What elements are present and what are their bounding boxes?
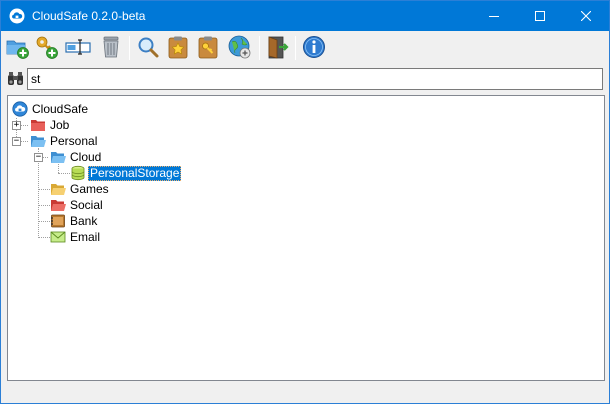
toolbar-separator [259,36,260,60]
tree-item-email[interactable]: Email [50,229,102,245]
tree-view[interactable]: + − − CloudSafe Job Personal Cloud Perso… [7,95,605,381]
collapse-toggle-personal[interactable]: − [12,137,21,146]
search-row [1,67,609,91]
key-add-icon [36,36,58,59]
tree-item-cloudsafe[interactable]: CloudSafe [12,101,90,117]
exit-button[interactable] [265,34,291,60]
title-bar[interactable]: CloudSafe 0.2.0-beta [1,1,609,31]
tree-item-games[interactable]: Games [50,181,111,197]
tree-connector [58,164,59,173]
delete-button[interactable] [98,34,124,60]
folder-open-yellow-icon [51,184,66,195]
minimize-icon [489,16,499,17]
rename-button[interactable] [65,34,91,60]
tree-item-personal[interactable]: Personal [30,133,99,149]
search-button[interactable] [135,34,161,60]
favorites-button[interactable] [165,34,191,60]
expand-toggle-job[interactable]: + [12,121,21,130]
tree-item-label: Bank [70,213,98,228]
tree-item-label: Email [70,229,101,244]
tree-item-bank[interactable]: Bank [50,213,99,229]
tree-item-cloud[interactable]: Cloud [50,149,103,165]
sync-button[interactable] [227,34,253,60]
folder-add-icon [6,40,29,59]
credentials-button[interactable] [195,34,221,60]
window-title: CloudSafe 0.2.0-beta [32,9,146,23]
tree-item-label: CloudSafe [32,101,89,116]
tree-connector [58,173,70,174]
app-window: CloudSafe 0.2.0-beta st + − − CloudSafe … [0,0,610,404]
key-clipboard-icon [198,36,218,59]
globe-sync-icon [228,35,251,59]
new-folder-button[interactable] [5,34,31,60]
tree-item-job[interactable]: Job [30,117,71,133]
folder-open-blue-icon [31,136,46,147]
about-button[interactable] [301,34,327,60]
binoculars-icon [8,72,23,85]
folder-red-icon [31,120,45,131]
tree-connector [38,221,50,222]
tree-item-label: PersonalStorage [88,165,182,181]
status-bar [1,385,609,403]
folder-open-red-icon [51,200,66,211]
tree-item-label: Personal [50,133,98,148]
trash-can-icon [103,36,119,58]
tree-item-label: Job [50,117,70,132]
door-exit-icon [268,36,289,59]
folder-open-blue-icon [51,152,66,163]
tree-item-label: Social [70,197,103,212]
search-input[interactable] [27,68,603,90]
star-clipboard-icon [168,36,188,59]
tree-connector [38,237,50,238]
tree-connector [38,189,50,190]
maximize-icon [535,11,545,21]
rename-field-icon [65,39,91,55]
bank-ledger-icon [51,214,65,228]
toolbar-separator [129,36,130,60]
envelope-icon [50,231,66,243]
maximize-button[interactable] [517,1,563,31]
minimize-button[interactable] [471,1,517,31]
add-key-button[interactable] [34,34,60,60]
tree-item-personalstorage[interactable]: PersonalStorage [70,165,182,181]
collapse-toggle-cloud[interactable]: − [34,153,43,162]
toolbar-separator [295,36,296,60]
cloud-safe-icon [9,8,25,24]
close-icon [581,11,591,21]
magnifier-icon [138,37,159,58]
toolbar [1,31,609,65]
tree-item-label: Cloud [70,149,102,164]
tree-item-social[interactable]: Social [50,197,105,213]
cloud-safe-icon [12,101,28,117]
close-button[interactable] [563,1,609,31]
database-icon [71,165,85,181]
info-icon [303,36,325,58]
tree-connector [38,205,50,206]
tree-item-label: Games [70,181,109,196]
